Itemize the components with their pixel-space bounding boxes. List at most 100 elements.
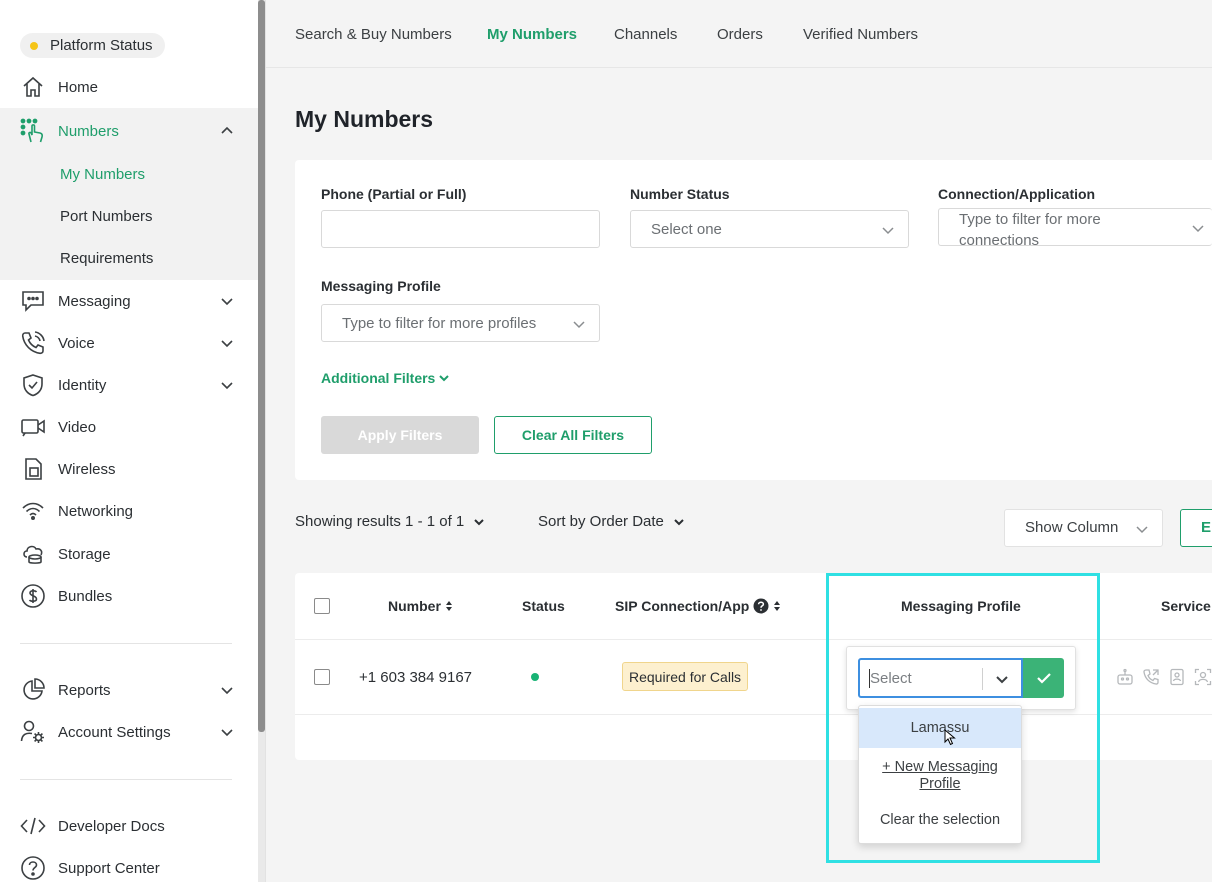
sort-dropdown[interactable]: Sort by Order Date <box>538 513 686 530</box>
help-icon[interactable] <box>753 598 769 614</box>
tab-channels[interactable]: Channels <box>614 26 677 43</box>
page-title: My Numbers <box>295 106 434 132</box>
sidebar-item-label: Storage <box>58 545 111 563</box>
sidebar-item-label: Reports <box>58 681 111 699</box>
chevron-down-icon[interactable] <box>219 724 235 740</box>
option-clear-selection[interactable]: Clear the selection <box>859 812 1021 828</box>
dollar-circle-icon <box>20 584 46 608</box>
numbers-keypad-icon <box>20 118 46 143</box>
results-count-dropdown[interactable]: Showing results 1 - 1 of 1 <box>295 513 486 530</box>
messaging-profile-filter-select[interactable]: Type to filter for more profiles <box>321 304 600 342</box>
tab-verified-numbers[interactable]: Verified Numbers <box>803 26 918 43</box>
clear-all-filters-button[interactable]: Clear All Filters <box>494 416 652 454</box>
platform-status-pill[interactable]: Platform Status <box>20 33 165 58</box>
sidebar-item-label: Numbers <box>58 122 119 140</box>
sort-label: Sort by Order Date <box>538 513 664 530</box>
export-button[interactable]: E <box>1180 509 1212 547</box>
sort-icon <box>774 601 781 611</box>
sidebar-item-numbers[interactable]: Numbers <box>0 110 258 152</box>
sidebar-item-developer-docs[interactable]: Developer Docs <box>0 805 258 847</box>
sidebar-item-wireless[interactable]: Wireless <box>0 448 258 490</box>
scrollbar-thumb[interactable] <box>258 0 265 732</box>
sidebar-item-identity[interactable]: Identity <box>0 364 258 406</box>
messaging-profile-select[interactable]: Select <box>858 658 1023 698</box>
cloud-storage-icon <box>20 542 46 566</box>
code-icon <box>20 814 46 838</box>
phone-forward-icon[interactable] <box>1142 668 1160 686</box>
column-header-label: SIP Connection/App <box>615 598 750 614</box>
connection-placeholder: Type to filter for more connections <box>959 209 1101 251</box>
sidebar-item-reports[interactable]: Reports <box>0 669 258 711</box>
sidebar-item-support-center[interactable]: Support Center <box>0 847 258 882</box>
additional-filters-toggle[interactable]: Additional Filters <box>321 370 450 386</box>
sidebar-item-messaging[interactable]: Messaging <box>0 280 258 322</box>
show-column-label: Show Column <box>1025 519 1119 536</box>
row-checkbox[interactable] <box>314 669 330 685</box>
apply-filters-button[interactable]: Apply Filters <box>321 416 479 454</box>
sidebar-item-label: Messaging <box>58 292 131 310</box>
sim-card-icon <box>20 457 46 481</box>
chevron-down-icon <box>1192 225 1204 233</box>
platform-status-label: Platform Status <box>50 37 153 54</box>
sidebar-item-label: Home <box>58 78 99 96</box>
chat-bubble-icon <box>20 289 46 313</box>
connection-application-select[interactable]: Type to filter for more connections <box>938 208 1212 249</box>
status-dot-icon <box>30 41 38 50</box>
sidebar-item-label: Developer Docs <box>58 817 165 835</box>
sidebar-divider <box>20 779 232 780</box>
number-status-select[interactable]: Select one <box>630 210 909 248</box>
sidebar-item-bundles[interactable]: Bundles <box>0 575 258 617</box>
sidebar-subitem-requirements[interactable]: Requirements <box>60 250 153 267</box>
show-column-select[interactable]: Show Column <box>1004 509 1163 547</box>
column-header-sip-connection[interactable]: SIP Connection/App <box>615 598 782 614</box>
tab-orders[interactable]: Orders <box>717 26 763 43</box>
confirm-button[interactable] <box>1023 658 1064 698</box>
chevron-up-icon[interactable] <box>219 123 235 139</box>
messaging-profile-filter-label: Messaging Profile <box>321 278 441 294</box>
service-icons <box>1116 668 1212 686</box>
sidebar-item-home[interactable]: Home <box>0 66 258 108</box>
sidebar-item-label: Voice <box>58 334 95 352</box>
select-separator <box>982 668 983 690</box>
sip-required-badge[interactable]: Required for Calls <box>622 662 749 691</box>
option-new-line2: Profile <box>919 776 961 792</box>
tab-search-buy-numbers[interactable]: Search & Buy Numbers <box>295 26 452 43</box>
chevron-down-icon[interactable] <box>219 293 235 309</box>
tab-my-numbers[interactable]: My Numbers <box>487 26 577 43</box>
chevron-down-icon[interactable] <box>994 671 1010 687</box>
column-header-label: Number <box>388 598 441 614</box>
status-active-dot <box>531 673 539 681</box>
robot-icon[interactable] <box>1116 668 1134 686</box>
sidebar-item-storage[interactable]: Storage <box>0 533 258 575</box>
phone-filter-label: Phone (Partial or Full) <box>321 186 467 202</box>
phone-number-cell[interactable]: +1 603 384 9167 <box>359 669 472 686</box>
messaging-profile-editor: Select <box>846 646 1076 710</box>
sidebar-item-video[interactable]: Video <box>0 406 258 448</box>
phone-input[interactable] <box>321 210 600 248</box>
contact-card-icon[interactable] <box>1168 668 1186 686</box>
chevron-down-icon <box>882 227 894 235</box>
column-header-number[interactable]: Number <box>388 598 454 614</box>
chevron-down-icon <box>1136 526 1148 534</box>
chevron-down-icon[interactable] <box>219 682 235 698</box>
column-header-status: Status <box>522 598 565 614</box>
face-scan-icon[interactable] <box>1194 668 1212 686</box>
additional-filters-label: Additional Filters <box>321 370 436 386</box>
chevron-down-icon[interactable] <box>219 377 235 393</box>
select-all-checkbox[interactable] <box>314 598 330 614</box>
sidebar-subitem-my-numbers[interactable]: My Numbers <box>60 166 145 183</box>
number-status-placeholder: Select one <box>651 221 722 238</box>
chevron-down-icon <box>573 321 585 329</box>
sidebar-item-account-settings[interactable]: Account Settings <box>0 711 258 753</box>
sidebar-item-voice[interactable]: Voice <box>0 322 258 364</box>
option-lamassu[interactable]: Lamassu <box>859 708 1021 748</box>
sidebar-subitem-port-numbers[interactable]: Port Numbers <box>60 208 153 225</box>
sidebar-scrollbar[interactable] <box>258 0 265 882</box>
option-new-messaging-profile[interactable]: + New Messaging Profile <box>859 759 1021 793</box>
sidebar-item-networking[interactable]: Networking <box>0 490 258 532</box>
option-new-line1: + New Messaging <box>882 759 998 775</box>
sidebar-item-label: Support Center <box>58 859 160 877</box>
user-gear-icon <box>20 720 46 744</box>
sidebar-item-label: Bundles <box>58 587 113 605</box>
chevron-down-icon[interactable] <box>219 335 235 351</box>
